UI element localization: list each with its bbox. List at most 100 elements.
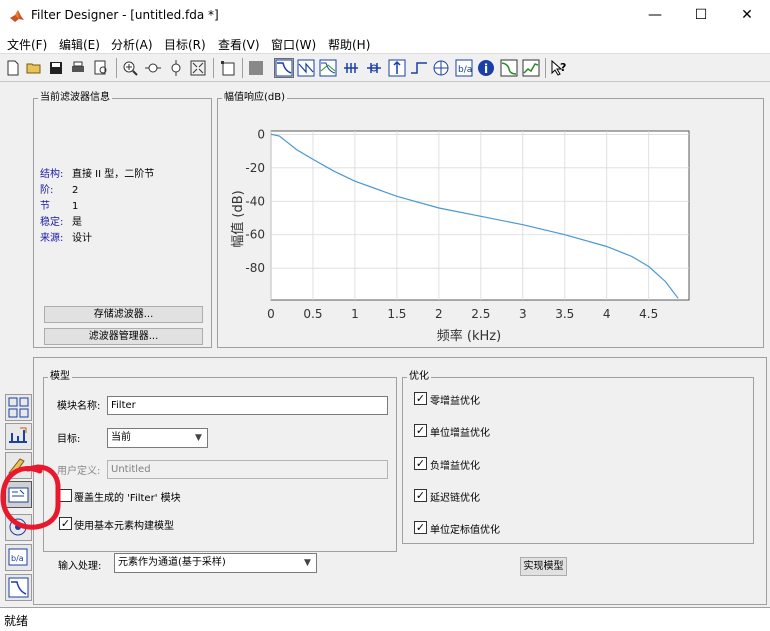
y-tick-label: -40 [245,194,265,208]
status-text: 就绪 [4,614,29,628]
target-label: 目标: [57,434,81,445]
svg-text:?: ? [560,61,566,74]
svg-text:b/a: b/a [11,554,24,563]
y-tick-label: -60 [245,228,265,242]
zoom-in-icon[interactable] [120,58,140,78]
info-icon[interactable]: i [476,58,496,78]
window-title: Filter Designer - [untitled.fda *] [31,8,219,22]
print-preview-icon[interactable] [91,58,111,78]
unity-gain-checkbox[interactable]: ✓ [414,424,427,437]
plot-area [270,130,690,301]
menu-window[interactable]: 窗口(W) [271,36,316,53]
unity-scale-checkbox[interactable]: ✓ [414,521,427,534]
zero-gain-label: 零增益优化 [430,396,480,407]
minimize-button[interactable]: — [632,0,678,30]
x-tick-label: 4 [603,307,611,321]
svg-text:b/a: b/a [458,65,472,75]
x-tick-label: 1.5 [387,307,406,321]
info-row-stable: 稳定: 是 [40,217,82,228]
full-view-icon[interactable] [188,58,208,78]
group-delay-icon[interactable] [341,58,361,78]
realize-model-button[interactable]: 实现模型 [520,557,567,576]
menu-help[interactable]: 帮助(H) [328,36,370,53]
phase-response-icon[interactable] [296,58,316,78]
user-defined-input: Untitled [107,460,388,479]
menu-bar: 文件(F) 编辑(E) 分析(A) 目标(R) 查看(V) 窗口(W) 帮助(H… [0,32,770,54]
input-processing-select[interactable]: 元素作为通道(基于采样) ▼ [114,553,317,573]
x-tick-label: 2.5 [471,307,490,321]
matlab-logo-icon [10,10,24,22]
filter-spec-icon[interactable] [246,58,266,78]
new-window-icon[interactable] [218,58,238,78]
realize-model-panel: 模型 模块名称: Filter 目标: 当前 ▼ 用户定义: Untitled … [33,357,767,605]
toolbar: b/a i ? [0,54,770,82]
open-icon[interactable] [24,58,44,78]
phase-delay-icon[interactable] [364,58,384,78]
zoom-x-icon[interactable] [143,58,163,78]
menu-targets[interactable]: 目标(R) [164,36,206,53]
magnitude-response-chart: 0 0.5 1 1.5 2 2.5 3 3.5 4 4.5 0 -20 -40 -60 -80 频率 (kH… [230,127,690,344]
menu-analysis[interactable]: 分析(A) [111,36,153,53]
toolbar-separator [242,58,243,78]
unity-gain-label: 单位增益优化 [430,428,490,439]
unity-scale-label: 单位定标值优化 [430,525,500,536]
menu-view[interactable]: 查看(V) [218,36,260,53]
optimization-group: 优化 ✓ 零增益优化 ✓ 单位增益优化 ✓ 负增益优化 ✓ 延迟链优化 ✓ 单位… [402,371,754,544]
transform-filter-icon[interactable] [5,394,32,421]
x-tick-label: 0 [267,307,275,321]
round-off-noise-icon[interactable] [521,58,541,78]
toolbar-separator [213,58,214,78]
toolbar-separator [116,58,117,78]
magnitude-estimate-icon[interactable] [499,58,519,78]
x-tick-label: 4.5 [639,307,658,321]
pole-zero-icon[interactable] [431,58,451,78]
magnitude-response-icon[interactable] [274,58,294,78]
toolbar-separator [545,58,546,78]
print-icon[interactable] [68,58,88,78]
delay-chain-checkbox[interactable]: ✓ [414,489,427,502]
zero-gain-checkbox[interactable]: ✓ [414,392,427,405]
svg-text:i: i [484,62,488,76]
whats-this-icon[interactable]: ? [549,58,569,78]
x-tick-label: 0.5 [303,307,322,321]
store-filter-button[interactable]: 存储滤波器... [44,306,203,323]
x-tick-label: 3 [519,307,527,321]
y-tick-label: -20 [245,161,265,175]
block-name-input[interactable]: Filter [107,396,388,415]
model-group-title: 模型 [48,371,72,383]
info-row-order: 阶: 2 [40,185,79,196]
design-filter-icon[interactable] [5,574,32,601]
magnitude-phase-icon[interactable] [318,58,338,78]
close-button[interactable]: ✕ [724,0,770,30]
model-group: 模型 模块名称: Filter 目标: 当前 ▼ 用户定义: Untitled … [43,371,397,552]
step-response-icon[interactable] [409,58,429,78]
new-file-icon[interactable] [3,58,23,78]
x-tick-label: 1 [351,307,359,321]
status-bar: 就绪 [0,607,770,631]
target-select[interactable]: 当前 ▼ [107,428,208,448]
menu-file[interactable]: 文件(F) [7,36,47,53]
y-tick-label: -80 [245,261,265,275]
info-row-source: 来源: 设计 [40,233,92,244]
save-icon[interactable] [46,58,66,78]
info-row-structure: 结构: 直接 II 型，二阶节 [40,169,155,180]
create-multirate-icon[interactable] [5,423,32,450]
zoom-y-icon[interactable] [166,58,186,78]
coefficients-icon[interactable]: b/a [454,58,474,78]
chevron-down-icon: ▼ [304,558,311,568]
info-row-sections: 节1 [40,201,79,212]
import-filter-icon[interactable]: b/a [5,544,32,571]
annotation-circle [0,464,61,530]
maximize-button[interactable]: ☐ [678,0,724,30]
negative-gain-checkbox[interactable]: ✓ [414,457,427,470]
x-axis-label: 频率 (kHz) [437,328,501,344]
menu-edit[interactable]: 编辑(E) [59,36,100,53]
block-name-label: 模块名称: [57,401,101,412]
filter-manager-button[interactable]: 滤波器管理器... [44,328,203,345]
delay-chain-label: 延迟链优化 [430,493,480,504]
impulse-response-icon[interactable] [387,58,407,78]
input-processing-label: 输入处理: [58,561,102,572]
x-tick-label: 3.5 [555,307,574,321]
current-filter-info-title: 当前滤波器信息 [38,92,112,104]
basic-elements-label: 使用基本元素构建模型 [74,521,174,532]
